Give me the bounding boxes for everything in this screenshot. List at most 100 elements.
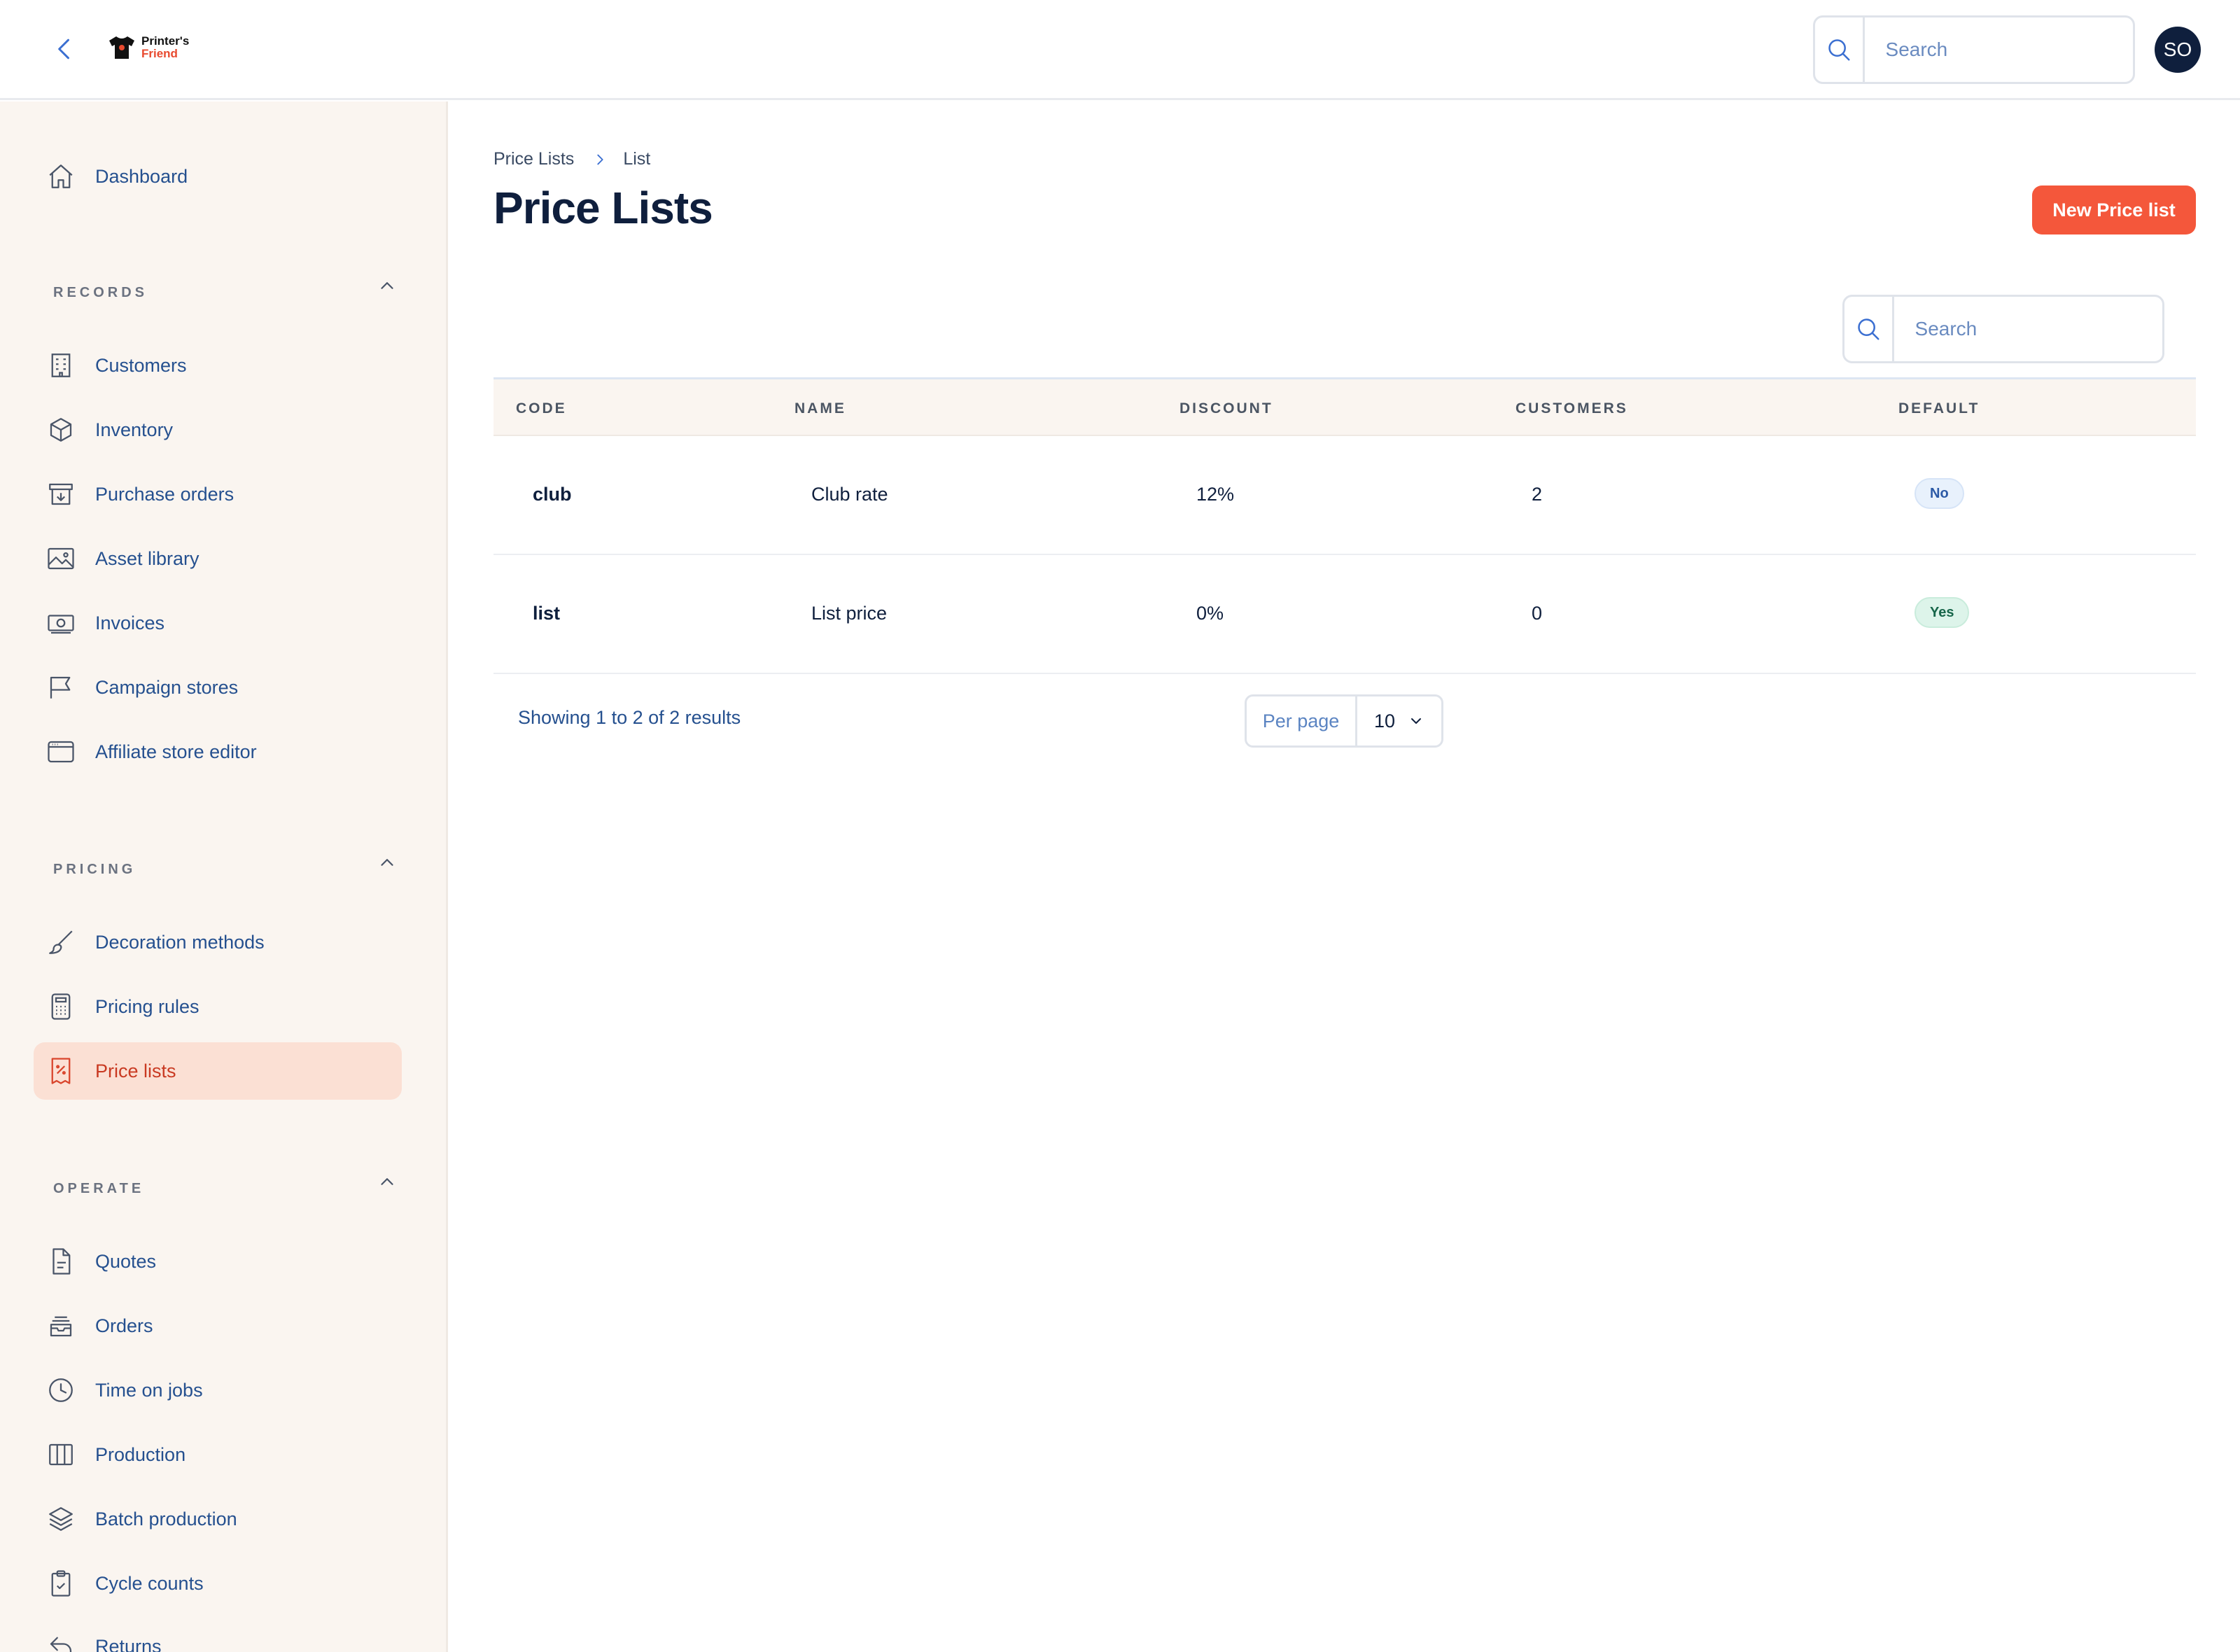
search-button[interactable]	[1815, 18, 1865, 82]
tshirt-logo-icon	[109, 36, 134, 59]
sidebar-item-affiliate-store-editor[interactable]: Affiliate store editor	[34, 723, 402, 780]
table-row[interactable]: club Club rate 12% 2 No	[493, 436, 2196, 555]
chevron-up-icon[interactable]	[377, 852, 398, 873]
section-heading-records: RECORDS	[53, 285, 148, 300]
user-avatar[interactable]: SO	[2155, 27, 2201, 73]
cell-customers: 0	[1532, 603, 1543, 624]
main-content: Price Lists List Price Lists New Price l…	[450, 102, 2240, 1652]
sidebar-item-asset-library[interactable]: Asset library	[34, 530, 402, 587]
breadcrumb-link-price-lists[interactable]: Price Lists	[493, 149, 574, 169]
inbox-stack-icon	[50, 1316, 72, 1337]
building-icon	[51, 354, 71, 377]
sidebar-item-production[interactable]: Production	[34, 1426, 402, 1483]
top-bar: Printer's Friend SO	[0, 0, 2240, 100]
per-page-value-dropdown[interactable]: 10	[1357, 710, 1441, 732]
per-page-value: 10	[1374, 710, 1396, 732]
back-button[interactable]	[49, 34, 80, 64]
search-icon	[1858, 318, 1879, 340]
cube-icon	[50, 418, 72, 442]
chevron-up-icon[interactable]	[377, 275, 398, 296]
app-logo[interactable]: Printer's Friend	[108, 35, 189, 60]
sidebar-item-label: Orders	[95, 1315, 153, 1336]
clipboard-check-icon	[51, 1570, 71, 1597]
breadcrumb-current: List	[623, 149, 651, 169]
sidebar-item-label: Time on jobs	[95, 1379, 203, 1401]
receipt-percent-icon	[51, 1058, 71, 1084]
sidebar-item-label: Inventory	[95, 419, 174, 440]
sidebar-item-price-lists[interactable]: Price lists	[34, 1042, 402, 1100]
default-badge: No	[1914, 478, 1964, 509]
home-icon	[49, 164, 73, 188]
column-header-name[interactable]: NAME	[794, 400, 846, 417]
cell-code[interactable]: list	[533, 603, 560, 624]
clock-icon	[49, 1378, 73, 1402]
sidebar-item-label: Returns	[95, 1635, 162, 1652]
sidebar-item-label: Price lists	[95, 1060, 176, 1082]
sidebar-item-inventory[interactable]: Inventory	[34, 401, 402, 458]
global-search-input[interactable]	[1864, 38, 2133, 61]
sidebar-item-label: Decoration methods	[95, 931, 265, 953]
price-lists-table: CODE NAME DISCOUNT CUSTOMERS DEFAULT clu…	[493, 377, 2196, 674]
sidebar: Dashboard RECORDS Customers Inventory Pu…	[0, 102, 448, 1652]
sidebar-item-label: Cycle counts	[95, 1572, 204, 1594]
sidebar-item-purchase-orders[interactable]: Purchase orders	[34, 465, 402, 523]
column-header-customers[interactable]: CUSTOMERS	[1516, 400, 1628, 417]
table-search-button[interactable]	[1844, 297, 1894, 361]
column-header-code[interactable]: CODE	[516, 400, 567, 417]
logo-text-line1: Printer's	[141, 34, 190, 48]
table-search	[1842, 295, 2164, 363]
sidebar-item-label: Production	[95, 1443, 186, 1465]
table-header: CODE NAME DISCOUNT CUSTOMERS DEFAULT	[493, 377, 2196, 436]
column-header-default[interactable]: DEFAULT	[1898, 400, 1980, 417]
sidebar-item-cycle-counts[interactable]: Cycle counts	[34, 1555, 402, 1612]
sidebar-item-label: Pricing rules	[95, 995, 200, 1017]
page-title: Price Lists	[493, 183, 713, 233]
sidebar-item-label: Affiliate store editor	[95, 741, 257, 762]
sidebar-item-label: Purchase orders	[95, 483, 234, 505]
layers-icon	[49, 1507, 73, 1531]
document-icon	[52, 1248, 71, 1275]
flag-icon	[50, 676, 71, 699]
sidebar-item-returns[interactable]: Returns	[34, 1618, 402, 1652]
sidebar-item-batch-production[interactable]: Batch production	[34, 1490, 402, 1548]
cell-name: Club rate	[811, 484, 888, 505]
table-row[interactable]: list List price 0% 0 Yes	[493, 555, 2196, 674]
image-icon	[48, 547, 74, 570]
chevron-left-icon	[58, 38, 69, 59]
archive-download-icon	[49, 483, 73, 505]
sidebar-item-dashboard[interactable]: Dashboard	[34, 148, 402, 205]
sidebar-item-label: Batch production	[95, 1508, 237, 1530]
sidebar-item-campaign-stores[interactable]: Campaign stores	[34, 659, 402, 716]
new-price-list-button[interactable]: New Price list	[2032, 186, 2196, 234]
sidebar-item-decoration-methods[interactable]: Decoration methods	[34, 913, 402, 971]
sidebar-item-label: Customers	[95, 354, 187, 376]
cell-code[interactable]: club	[533, 484, 572, 505]
column-header-discount[interactable]: DISCOUNT	[1180, 400, 1273, 417]
sidebar-item-time-on-jobs[interactable]: Time on jobs	[34, 1362, 402, 1419]
per-page-select[interactable]: Per page 10	[1245, 694, 1443, 748]
per-page-label: Per page	[1247, 696, 1357, 746]
sidebar-item-pricing-rules[interactable]: Pricing rules	[34, 978, 402, 1035]
section-heading-operate: OPERATE	[53, 1181, 145, 1196]
breadcrumb: Price Lists List	[493, 149, 650, 169]
paintbrush-icon	[49, 930, 73, 954]
return-arrow-icon	[50, 1637, 72, 1652]
sidebar-item-customers[interactable]: Customers	[34, 337, 402, 394]
sidebar-item-quotes[interactable]: Quotes	[34, 1233, 402, 1290]
calculator-icon	[51, 993, 71, 1020]
columns-icon	[49, 1443, 73, 1466]
sidebar-item-label: Asset library	[95, 547, 200, 569]
chevron-up-icon[interactable]	[377, 1171, 398, 1192]
sidebar-item-label: Campaign stores	[95, 676, 239, 698]
sidebar-item-label: Quotes	[95, 1250, 157, 1272]
browser-window-icon	[48, 741, 74, 763]
cell-discount: 0%	[1196, 603, 1224, 624]
section-heading-pricing: PRICING	[53, 862, 136, 877]
chevron-down-icon	[1411, 718, 1422, 724]
table-search-input[interactable]	[1893, 318, 2162, 340]
logo-text-line2: Friend	[141, 47, 178, 60]
sidebar-item-orders[interactable]: Orders	[34, 1297, 402, 1354]
sidebar-item-label: Invoices	[95, 612, 165, 634]
cell-discount: 12%	[1196, 484, 1235, 505]
sidebar-item-invoices[interactable]: Invoices	[34, 594, 402, 652]
